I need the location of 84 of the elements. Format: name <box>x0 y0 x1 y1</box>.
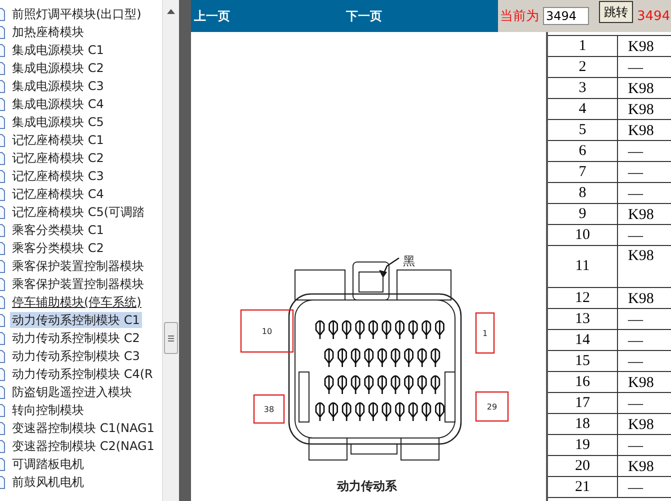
sidebar-item[interactable]: 乘客分类模块 C2 <box>0 239 162 257</box>
table-cell: 12 <box>548 288 618 308</box>
sidebar-item[interactable]: 动力传动系控制模块 C2 <box>0 329 162 347</box>
sidebar-item[interactable]: 集成电源模块 C3 <box>0 77 162 95</box>
sidebar-item[interactable]: 停车辅助模块(停车系统) <box>0 293 162 311</box>
scrollbar-thumb[interactable] <box>164 322 178 354</box>
table-cell: 21 <box>548 477 618 497</box>
table-cell-text: — <box>627 142 644 161</box>
scroll-up-icon[interactable] <box>167 9 175 14</box>
sidebar-item[interactable]: 记忆座椅模块 C3 <box>0 167 162 185</box>
table-cell-text: K98 <box>627 374 655 392</box>
table-cell: 11 <box>548 246 618 287</box>
table-cell-text: K98 <box>627 458 655 476</box>
sidebar-item[interactable]: 前照灯调平模块(出口型) <box>0 5 162 23</box>
table-cell-text: — <box>627 352 644 371</box>
pin-number-label: 38 <box>253 394 285 424</box>
sidebar-item[interactable]: 记忆座椅模块 C1 <box>0 131 162 149</box>
sidebar-item[interactable]: 集成电源模块 C5 <box>0 113 162 131</box>
pin-number-label: 29 <box>475 391 509 422</box>
table-cell-text: — <box>627 310 644 329</box>
table-cell-text: — <box>627 164 644 182</box>
table-cell: 15 <box>548 351 618 371</box>
grip-icon <box>168 334 174 342</box>
table-cell: 3 <box>548 78 618 98</box>
table-cell-text: — <box>627 436 644 455</box>
table-cell-text: — <box>627 332 644 350</box>
table-cell: 9 <box>548 204 618 224</box>
table-cell-text: K98 <box>627 80 655 98</box>
table-cell-text: — <box>627 184 644 203</box>
sidebar-item[interactable]: 乘客分类模块 C1 <box>0 221 162 239</box>
sidebar-item[interactable]: 防盗钥匙遥控进入模块 <box>0 383 162 401</box>
table-cell-text: K98 <box>627 122 655 140</box>
pin-number-label: 1 <box>475 312 495 354</box>
table-cell-text: K98 <box>627 247 655 266</box>
table-cell: 2 <box>548 57 618 77</box>
callout-label: 黑 <box>403 254 415 268</box>
table-cell-text: K98 <box>627 38 655 56</box>
table-cell-text: K98 <box>627 416 655 434</box>
page-input[interactable]: 3494 <box>543 7 589 25</box>
sidebar-item[interactable]: 集成电源模块 C4 <box>0 95 162 113</box>
table-cell-text: K98 <box>627 100 655 119</box>
sidebar-item[interactable]: 集成电源模块 C2 <box>0 59 162 77</box>
sidebar-item[interactable]: 变速器控制模块 C2(NAG1 <box>0 437 162 455</box>
table-cell: 20 <box>548 456 618 476</box>
sidebar-item[interactable]: 可调踏板电机 <box>0 455 162 473</box>
table-cell: 17 <box>548 393 618 413</box>
table-cell-text: — <box>627 394 644 413</box>
table-cell: 5 <box>548 120 618 140</box>
table-cell: 19 <box>548 435 618 455</box>
table-cell: 10 <box>548 225 618 245</box>
sidebar-item[interactable]: 前鼓风机电机 <box>0 473 162 491</box>
current-page-number: 3494 <box>637 8 670 24</box>
table-cell: 8 <box>548 183 618 203</box>
table-cell-text: — <box>627 58 644 77</box>
jump-button[interactable]: 跳转 <box>599 1 633 23</box>
table-cell-text: — <box>627 226 644 245</box>
sidebar-item[interactable]: 记忆座椅模块 C2 <box>0 149 162 167</box>
table-cell-text: K98 <box>627 290 655 308</box>
table-cell: 4 <box>548 99 618 119</box>
sidebar-item[interactable]: 记忆座椅模块 C5(可调踏 <box>0 203 162 221</box>
current-label: 当前为 <box>500 8 539 25</box>
sidebar-item[interactable]: 转向控制模块 <box>0 401 162 419</box>
sidebar-item[interactable]: 动力传动系控制模块 C4(R <box>0 365 162 383</box>
sidebar-item[interactable]: 集成电源模块 C1 <box>0 41 162 59</box>
table-cell-text: K98 <box>627 206 655 224</box>
table-cell: 1 <box>548 36 618 56</box>
table-cell: 16 <box>548 372 618 392</box>
sidebar-item[interactable]: 加热座椅模块 <box>0 23 162 41</box>
table-cell-text: — <box>627 478 644 497</box>
next-page-link[interactable]: 下一页 <box>346 8 382 24</box>
table-cell: 7 <box>548 162 618 182</box>
table-cell: 14 <box>548 330 618 350</box>
sidebar-item[interactable]: 变速器控制模块 C1(NAG1 <box>0 419 162 437</box>
sidebar-item[interactable]: 乘客保护装置控制器模块 <box>0 275 162 293</box>
sidebar-item[interactable]: 记忆座椅模块 C4 <box>0 185 162 203</box>
sidebar-item[interactable]: 动力传动系控制模块 C3 <box>0 347 162 365</box>
leader-line <box>379 257 400 278</box>
previous-page-link[interactable]: 上一页 <box>194 8 230 24</box>
table-cell: 18 <box>548 414 618 434</box>
table-cell: 6 <box>548 141 618 161</box>
table-cell: 13 <box>548 309 618 329</box>
pin-number-label: 10 <box>240 309 294 353</box>
connector-caption: 动力传动系 <box>337 479 397 493</box>
sidebar-item[interactable]: 乘客保护装置控制器模块 <box>0 257 162 275</box>
